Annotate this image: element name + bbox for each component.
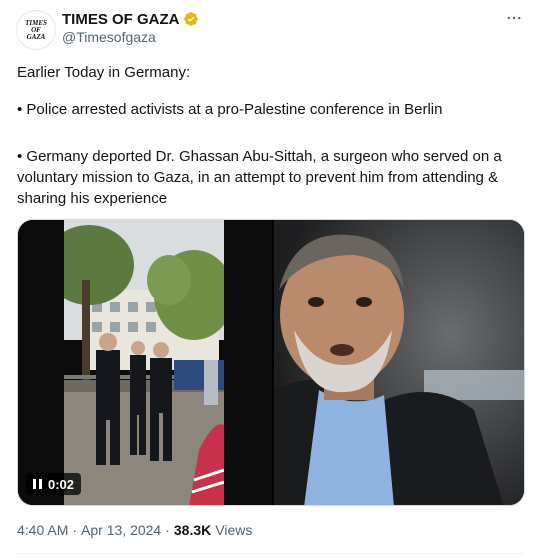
tweet-time[interactable]: 4:40 AM: [17, 522, 68, 538]
tweet-bullet-2: • Germany deported Dr. Ghassan Abu-Sitta…: [17, 148, 502, 207]
views-label: Views: [215, 522, 253, 538]
avatar-text-line-3: GAZA: [26, 32, 46, 41]
media-grid: 0:02: [17, 219, 525, 506]
video-player[interactable]: 0:02: [18, 220, 272, 505]
author-handle[interactable]: @Timesofgaza: [62, 29, 156, 45]
meta-separator: ·: [72, 522, 78, 538]
tweet-bullet-1: • Police arrested activists at a pro-Pal…: [17, 101, 443, 118]
tweet-date[interactable]: Apr 13, 2024: [81, 522, 161, 538]
video-duration: 0:02: [48, 476, 75, 492]
pause-icon[interactable]: [33, 479, 42, 489]
avatar[interactable]: TIMES OF GAZA: [16, 10, 56, 50]
tweet-card: TIMES OF GAZA TIMES OF GAZA @Timesofgaza…: [0, 0, 540, 560]
tweet-intro: Earlier Today in Germany:: [17, 64, 191, 81]
divider: [16, 553, 524, 554]
tweet-meta: 4:40 AM · Apr 13, 2024 · 38.3K Views: [17, 522, 252, 538]
meta-separator-2: ·: [165, 522, 170, 538]
portrait-photo[interactable]: [274, 220, 524, 505]
video-duration-badge[interactable]: 0:02: [26, 473, 82, 495]
author-name-row: TIMES OF GAZA: [62, 10, 199, 28]
more-options-icon[interactable]: [504, 8, 524, 28]
views-count[interactable]: 38.3K: [174, 522, 211, 538]
author-display-name[interactable]: TIMES OF GAZA: [62, 11, 180, 28]
video-frame: [64, 220, 224, 505]
verified-badge-icon: [183, 11, 199, 27]
